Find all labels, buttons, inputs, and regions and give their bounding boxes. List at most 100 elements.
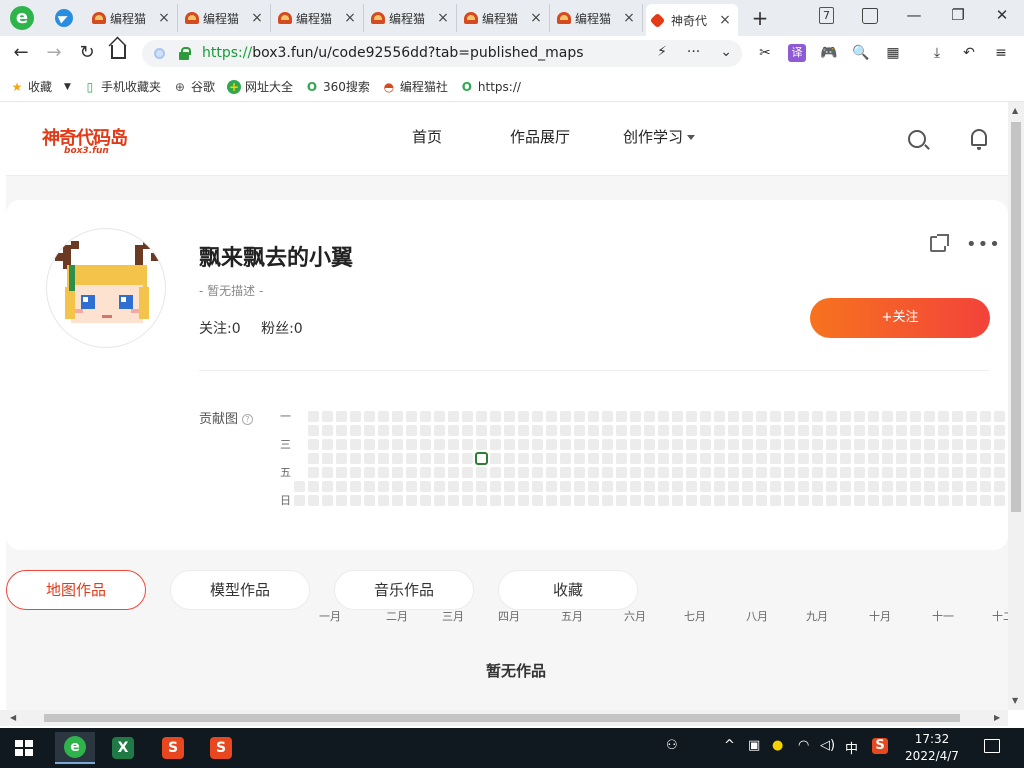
contribution-cell[interactable] bbox=[994, 439, 1005, 450]
contribution-cell[interactable] bbox=[742, 411, 753, 422]
browser-tab-6[interactable]: 编程猫 × bbox=[551, 4, 643, 32]
close-icon[interactable]: × bbox=[529, 10, 543, 26]
contribution-cell[interactable] bbox=[518, 425, 529, 436]
scroll-right-icon[interactable]: ▶ bbox=[994, 713, 1000, 722]
contribution-cell[interactable] bbox=[700, 425, 711, 436]
contribution-cell[interactable] bbox=[840, 481, 851, 492]
contribution-cell[interactable] bbox=[812, 439, 823, 450]
close-icon[interactable]: × bbox=[436, 10, 450, 26]
contribution-cell[interactable] bbox=[560, 467, 571, 478]
contribution-cell[interactable] bbox=[742, 425, 753, 436]
bookmark-mobile[interactable]: ▯ 手机收藏夹 bbox=[83, 78, 161, 95]
download-icon[interactable]: ⤓ bbox=[928, 44, 946, 62]
contribution-cell[interactable] bbox=[574, 439, 585, 450]
contribution-cell[interactable] bbox=[588, 411, 599, 422]
contribution-cell[interactable] bbox=[434, 467, 445, 478]
contribution-cell[interactable] bbox=[952, 439, 963, 450]
contribution-cell[interactable] bbox=[812, 425, 823, 436]
contribution-cell[interactable] bbox=[798, 453, 809, 464]
contribution-cell[interactable] bbox=[434, 453, 445, 464]
contribution-cell[interactable] bbox=[854, 495, 865, 506]
contribution-cell[interactable] bbox=[980, 425, 991, 436]
contribution-cell[interactable] bbox=[378, 453, 389, 464]
taskbar-excel[interactable]: X bbox=[103, 732, 143, 764]
contribution-cell[interactable] bbox=[952, 411, 963, 422]
contribution-cell[interactable] bbox=[980, 467, 991, 478]
contribution-cell[interactable] bbox=[420, 467, 431, 478]
back-icon[interactable]: ← bbox=[10, 42, 32, 64]
contribution-cell[interactable] bbox=[406, 411, 417, 422]
contribution-cell[interactable] bbox=[784, 481, 795, 492]
contribution-cell[interactable] bbox=[644, 453, 655, 464]
close-icon[interactable]: × bbox=[718, 12, 732, 28]
contribution-cell[interactable] bbox=[588, 439, 599, 450]
contribution-cell[interactable] bbox=[868, 453, 879, 464]
contribution-cell[interactable] bbox=[518, 481, 529, 492]
contribution-cell[interactable] bbox=[896, 481, 907, 492]
contribution-cell[interactable] bbox=[840, 411, 851, 422]
contribution-cell[interactable] bbox=[532, 439, 543, 450]
contribution-cell[interactable] bbox=[742, 453, 753, 464]
contribution-cell[interactable] bbox=[322, 453, 333, 464]
contribution-cell[interactable] bbox=[420, 481, 431, 492]
contribution-cell[interactable] bbox=[350, 495, 361, 506]
contribution-cell[interactable] bbox=[378, 425, 389, 436]
contribution-cell[interactable] bbox=[938, 495, 949, 506]
contribution-cell[interactable] bbox=[756, 495, 767, 506]
contribution-cell[interactable] bbox=[756, 411, 767, 422]
browser-tab-1[interactable]: 编程猫 × bbox=[86, 4, 178, 32]
contribution-cell[interactable] bbox=[350, 439, 361, 450]
contribution-cell[interactable] bbox=[518, 439, 529, 450]
contribution-cell[interactable] bbox=[980, 411, 991, 422]
contribution-cell[interactable] bbox=[350, 453, 361, 464]
contribution-cell[interactable] bbox=[616, 495, 627, 506]
contribution-cell[interactable] bbox=[518, 453, 529, 464]
home-icon[interactable] bbox=[111, 45, 126, 59]
contribution-cell[interactable] bbox=[924, 425, 935, 436]
contribution-cell[interactable] bbox=[476, 481, 487, 492]
bookmark-directory[interactable]: + 网址大全 bbox=[226, 78, 293, 95]
contribution-cell[interactable] bbox=[378, 411, 389, 422]
browser-tab-active[interactable]: 神奇代 × bbox=[646, 4, 738, 36]
screen-record-icon[interactable]: ▣ bbox=[748, 738, 760, 753]
contribution-cell[interactable] bbox=[462, 411, 473, 422]
contribution-cell[interactable] bbox=[798, 481, 809, 492]
contribution-cell[interactable] bbox=[364, 411, 375, 422]
contribution-cell[interactable] bbox=[448, 439, 459, 450]
contribution-cell[interactable] bbox=[322, 495, 333, 506]
contribution-cell[interactable] bbox=[644, 439, 655, 450]
contribution-cell[interactable] bbox=[434, 439, 445, 450]
contribution-cell[interactable] bbox=[322, 411, 333, 422]
contribution-cell[interactable] bbox=[560, 481, 571, 492]
wifi-icon[interactable]: ◠ bbox=[798, 738, 809, 753]
contribution-cell[interactable] bbox=[756, 453, 767, 464]
following-count[interactable]: 关注:0 bbox=[199, 321, 241, 337]
contribution-cell[interactable] bbox=[406, 495, 417, 506]
contribution-cell[interactable] bbox=[532, 481, 543, 492]
contribution-cell[interactable] bbox=[980, 481, 991, 492]
contribution-cell[interactable] bbox=[840, 425, 851, 436]
contribution-cell[interactable] bbox=[980, 495, 991, 506]
contribution-cell[interactable] bbox=[588, 425, 599, 436]
contribution-cell[interactable] bbox=[322, 481, 333, 492]
contribution-cell[interactable] bbox=[658, 453, 669, 464]
taskbar-browser[interactable]: e bbox=[55, 732, 95, 764]
contribution-cell[interactable] bbox=[952, 467, 963, 478]
contribution-cell[interactable] bbox=[308, 467, 319, 478]
contribution-cell[interactable] bbox=[896, 439, 907, 450]
contribution-cell[interactable] bbox=[602, 481, 613, 492]
gamepad-icon[interactable]: 🎮 bbox=[820, 44, 838, 62]
contribution-cell[interactable] bbox=[308, 439, 319, 450]
contribution-cell[interactable] bbox=[868, 425, 879, 436]
contribution-cell[interactable] bbox=[882, 439, 893, 450]
contribution-cell[interactable] bbox=[728, 453, 739, 464]
contribution-cell[interactable] bbox=[868, 467, 879, 478]
horizontal-scroll-thumb[interactable] bbox=[44, 714, 960, 722]
contribution-cell[interactable] bbox=[546, 411, 557, 422]
contribution-cell[interactable] bbox=[392, 495, 403, 506]
caret-down-icon[interactable]: ▼ bbox=[64, 82, 71, 92]
contribution-cell[interactable] bbox=[868, 411, 879, 422]
vertical-scrollbar[interactable]: ▲ ▼ bbox=[1008, 102, 1024, 710]
contribution-cell[interactable] bbox=[658, 411, 669, 422]
contribution-cell[interactable] bbox=[812, 411, 823, 422]
